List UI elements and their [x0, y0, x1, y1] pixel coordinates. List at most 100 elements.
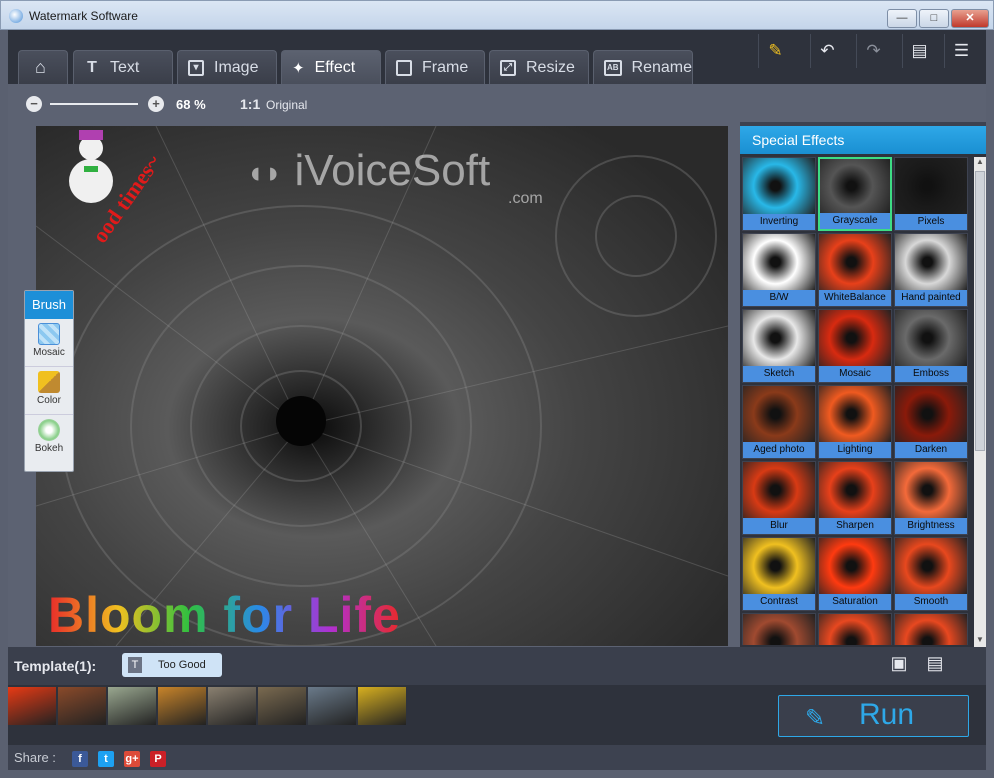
effect-tile[interactable]: [818, 613, 892, 645]
close-button[interactable]: ✕: [951, 9, 989, 28]
zoom-out-icon[interactable]: −: [26, 96, 42, 112]
thumbnail-penguins[interactable]: [308, 687, 356, 725]
brush-item-mosaic[interactable]: Mosaic: [25, 319, 73, 367]
list-button[interactable]: ☰: [944, 34, 978, 68]
tab-frame-label: Frame: [422, 58, 469, 76]
effect-tile[interactable]: Smooth: [894, 537, 968, 611]
chat-button[interactable]: ▤: [902, 34, 936, 68]
tab-rename[interactable]: AB Rename: [593, 50, 693, 84]
minimize-button[interactable]: —: [887, 9, 917, 28]
template-chip[interactable]: T Too Good: [122, 653, 222, 677]
maximize-button[interactable]: □: [919, 9, 949, 28]
window-titlebar: Watermark Software — □ ✕: [0, 0, 994, 30]
effect-label: Grayscale: [820, 213, 890, 229]
scroll-thumb[interactable]: [975, 171, 985, 451]
paintbrush-icon: [38, 371, 60, 393]
effect-tile[interactable]: [894, 613, 968, 645]
effect-tile[interactable]: Pixels: [894, 157, 968, 231]
tab-frame[interactable]: Frame: [385, 50, 485, 84]
effect-tile[interactable]: Sharpen: [818, 461, 892, 535]
manage-template-icon[interactable]: ▤: [924, 653, 946, 677]
effect-preview: [743, 614, 815, 645]
special-effects-panel: Special Effects Inverting Grayscale Pixels…: [740, 126, 986, 647]
bottom-watermark-text: Bloom for Life: [48, 587, 401, 643]
run-button[interactable]: ✎ Run: [778, 695, 969, 737]
save-template-icon[interactable]: ▣: [888, 653, 910, 677]
twitter-icon[interactable]: t: [98, 751, 114, 767]
share-bar: Share : f t g+ P: [8, 745, 986, 770]
bokeh-icon: [38, 419, 60, 441]
original-label[interactable]: Original: [266, 98, 307, 112]
zoom-in-icon[interactable]: +: [148, 96, 164, 112]
watermark-main: iVoiceSoft: [294, 146, 491, 195]
thumbnail-flower[interactable]: [8, 687, 56, 725]
window-title: Watermark Software: [29, 9, 138, 23]
effect-tile[interactable]: Aged photo: [742, 385, 816, 459]
effect-label: Pixels: [895, 214, 967, 230]
tab-image[interactable]: ▾ Image: [177, 50, 277, 84]
tab-home[interactable]: ⌂: [18, 50, 68, 84]
effect-tile[interactable]: WhiteBalance: [818, 233, 892, 307]
zoom-bar: − + 68 % 1:1 Original: [8, 84, 986, 122]
brush-item-bokeh[interactable]: Bokeh: [25, 415, 73, 463]
effect-tile[interactable]: Grayscale: [818, 157, 892, 231]
thumbnail-desert[interactable]: [58, 687, 106, 725]
effect-tile[interactable]: Inverting: [742, 157, 816, 231]
effect-tile[interactable]: Saturation: [818, 537, 892, 611]
effect-tile[interactable]: [742, 613, 816, 645]
thumbnail-bar: ✎ Run: [8, 685, 986, 745]
scroll-down-icon[interactable]: ▼: [974, 635, 986, 647]
app-frame: ⌂ T Text ▾ Image ✦ Effect Frame ⤢ Resize…: [8, 30, 986, 770]
effect-label: Hand painted: [895, 290, 967, 306]
effect-tile[interactable]: Sketch: [742, 309, 816, 383]
tab-rename-label: Rename: [631, 58, 692, 76]
zoom-slider[interactable]: [50, 103, 138, 105]
effect-preview: [819, 234, 891, 290]
effect-preview: [819, 386, 891, 442]
template-label: Template(1):: [14, 658, 97, 674]
effect-tile[interactable]: Brightness: [894, 461, 968, 535]
brush-item-label: Mosaic: [33, 347, 65, 358]
effect-preview: [820, 159, 890, 213]
effect-tile[interactable]: Emboss: [894, 309, 968, 383]
watermark-text: ◖◗ iVoiceSoft: [246, 146, 490, 196]
effect-label: Sharpen: [819, 518, 891, 534]
thumbnail-lighthouse[interactable]: [258, 687, 306, 725]
effect-label: Smooth: [895, 594, 967, 610]
photo-canvas[interactable]: ood times~ ◖◗ iVoiceSoft .com Bloom for …: [36, 126, 728, 646]
facebook-icon[interactable]: f: [72, 751, 88, 767]
thumbnail-koala[interactable]: [208, 687, 256, 725]
effect-tile[interactable]: Hand painted: [894, 233, 968, 307]
effect-label: Emboss: [895, 366, 967, 382]
thumbnail-jellyfish[interactable]: [158, 687, 206, 725]
effect-tile[interactable]: Lighting: [818, 385, 892, 459]
effect-tile[interactable]: Contrast: [742, 537, 816, 611]
effect-preview: [743, 538, 815, 594]
pinterest-icon[interactable]: P: [150, 751, 166, 767]
effect-tile[interactable]: B/W: [742, 233, 816, 307]
effect-preview: [819, 614, 891, 645]
googleplus-icon[interactable]: g+: [124, 751, 140, 767]
thumbnail-tulips[interactable]: [358, 687, 406, 725]
tab-effect[interactable]: ✦ Effect: [281, 50, 381, 84]
thumbnail-hydrangea[interactable]: [108, 687, 156, 725]
effect-preview: [743, 386, 815, 442]
effect-tile[interactable]: Blur: [742, 461, 816, 535]
tab-resize[interactable]: ⤢ Resize: [489, 50, 589, 84]
effects-scrollbar[interactable]: ▲ ▼: [974, 157, 986, 647]
effect-label: Blur: [743, 518, 815, 534]
effect-label: Brightness: [895, 518, 967, 534]
ratio-icon[interactable]: 1:1: [240, 96, 260, 112]
chat-icon: ▤: [911, 41, 928, 60]
undo-button[interactable]: ↶: [810, 34, 844, 68]
brush-item-color[interactable]: Color: [25, 367, 73, 415]
effect-tile[interactable]: Mosaic: [818, 309, 892, 383]
effect-preview: [895, 158, 967, 214]
effect-tile[interactable]: Darken: [894, 385, 968, 459]
redo-button[interactable]: ↷: [856, 34, 890, 68]
scroll-up-icon[interactable]: ▲: [974, 157, 986, 169]
effect-preview: [895, 614, 967, 645]
pin-button[interactable]: ✎: [758, 34, 792, 68]
effect-label: Inverting: [743, 214, 815, 230]
tab-text[interactable]: T Text: [73, 50, 173, 84]
